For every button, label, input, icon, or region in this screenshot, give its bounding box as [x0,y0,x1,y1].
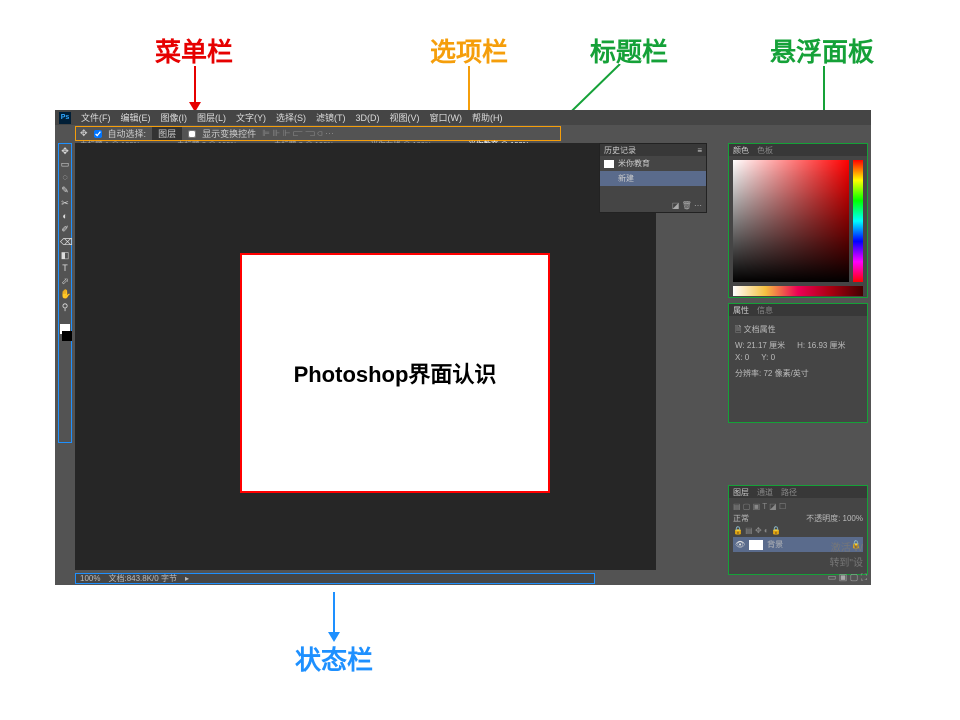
doc-props-title: 🗎 文档属性 [735,324,861,338]
hue-slider[interactable] [853,160,863,282]
history-doc-row[interactable]: 米你教育 [600,156,706,171]
color-tab[interactable]: 颜色 [733,145,749,156]
menu-item[interactable]: 滤镜(T) [316,111,346,124]
history-panel[interactable]: 历史记录 ≡ 米你教育 新建 ◪ 🗑 ⋯ [599,143,707,213]
tool-type[interactable]: T [60,263,70,273]
color-panel[interactable]: 颜色色板 [728,143,868,298]
layer-thumb [749,540,763,550]
prop-res: 分辨率: 72 像素/英寸 [735,368,861,379]
prop-x: X: 0 [735,353,749,362]
right-panels: 颜色色板 属性信息 🗎 文档属性 W: 21.17 厘米 H: 16.93 厘米 … [728,143,868,582]
history-title: 历史记录 [604,145,636,156]
prop-y: Y: 0 [761,353,775,362]
zoom-level[interactable]: 100% [80,574,100,583]
auto-select-checkbox[interactable] [94,130,102,138]
menu-item[interactable]: 选择(S) [276,111,306,124]
history-step-row[interactable]: 新建 [600,171,706,186]
background-color[interactable] [62,331,72,341]
tool-crop[interactable]: ✂ [60,198,70,208]
menu-item[interactable]: 视图(V) [390,111,420,124]
history-step: 新建 [618,173,634,184]
annotation-floating: 悬浮面板 [770,32,874,69]
watermark: 激活 W 转到"设 [829,539,863,569]
annotation-statusbar: 状态栏 [295,640,373,677]
visibility-icon[interactable]: 👁 [735,540,745,549]
show-transform-checkbox[interactable] [188,130,196,138]
blend-mode[interactable]: 正常 [733,513,749,524]
tool-path[interactable]: ⬀ [60,276,70,286]
history-icons[interactable]: ◪ 🗑 ⋯ [672,201,702,210]
arrow-menubar [194,66,196,104]
menu-item[interactable]: 文字(Y) [236,111,266,124]
thumb-icon [604,160,614,168]
history-doc: 米你教育 [618,158,650,169]
annotation-menubar: 菜单栏 [155,32,233,69]
tool-eyedropper[interactable]: ◐ [60,211,70,221]
layer-name: 背景 [767,539,783,550]
menu-item[interactable]: 窗口(W) [430,111,463,124]
tool-lasso[interactable]: ◌ [60,172,70,182]
menu-bar: Ps 文件(F) 编辑(E) 图像(I) 图层(L) 文字(Y) 选择(S) 滤… [55,110,871,125]
color-picker[interactable] [733,160,849,282]
menu-item[interactable]: 3D(D) [356,113,380,123]
document-canvas[interactable]: Photoshop界面认识 [240,253,550,493]
tool-brush[interactable]: ✎ [60,185,70,195]
status-arrow-icon[interactable]: ▸ [185,574,189,583]
tool-gradient[interactable]: ◧ [60,250,70,260]
doc-size[interactable]: 文档:843.8K/0 字节 [108,573,176,584]
info-tab[interactable]: 信息 [757,305,773,316]
tool-marquee[interactable]: ▭ [60,159,70,169]
tool-zoom[interactable]: ⚲ [60,302,70,312]
photoshop-window: Ps 文件(F) 编辑(E) 图像(I) 图层(L) 文字(Y) 选择(S) 滤… [55,110,871,585]
menu-item[interactable]: 编辑(E) [121,111,151,124]
align-icons[interactable]: ⊫ ⊪ ⊩ ⫍ ⫎ ⫏ ⋯ [262,128,334,139]
panel-menu-icon[interactable]: ≡ [697,146,702,155]
menu-item[interactable]: 帮助(H) [472,111,503,124]
bottom-bar-icons[interactable]: ▭ ▣ ▢ ⛶ [828,572,867,583]
tool-eraser[interactable]: ⌫ [60,237,70,247]
status-bar: 100% 文档:843.8K/0 字节 ▸ [75,573,595,584]
prop-h: H: 16.93 厘米 [797,340,845,351]
canvas-area: Photoshop界面认识 [75,143,656,570]
tools-panel: ✥ ▭ ◌ ✎ ✂ ◐ ✐ ⌫ ◧ T ⬀ ✋ ⚲ [58,143,72,443]
tool-pencil[interactable]: ✐ [60,224,70,234]
menu-item[interactable]: 图层(L) [197,111,226,124]
color-spectrum[interactable] [733,286,863,296]
channels-tab[interactable]: 通道 [757,487,773,498]
arrow-statusbar [333,592,335,634]
properties-panel[interactable]: 属性信息 🗎 文档属性 W: 21.17 厘米 H: 16.93 厘米 X: 0 Y… [728,303,868,423]
ps-logo: Ps [59,112,71,124]
move-tool-icon: ✥ [80,128,88,139]
menu-item[interactable]: 图像(I) [161,111,188,124]
layers-tab[interactable]: 图层 [733,487,749,498]
tool-hand[interactable]: ✋ [60,289,70,299]
props-tab[interactable]: 属性 [733,305,749,316]
paths-tab[interactable]: 路径 [781,487,797,498]
swatches-tab[interactable]: 色板 [757,145,773,156]
menu-item[interactable]: 文件(F) [81,111,111,124]
annotation-options: 选项栏 [430,32,508,69]
arrow-options [468,66,470,116]
canvas-text: Photoshop界面认识 [294,357,497,389]
opacity[interactable]: 不透明度: 100% [806,513,863,524]
prop-w: W: 21.17 厘米 [735,340,785,351]
tool-move[interactable]: ✥ [60,146,70,156]
